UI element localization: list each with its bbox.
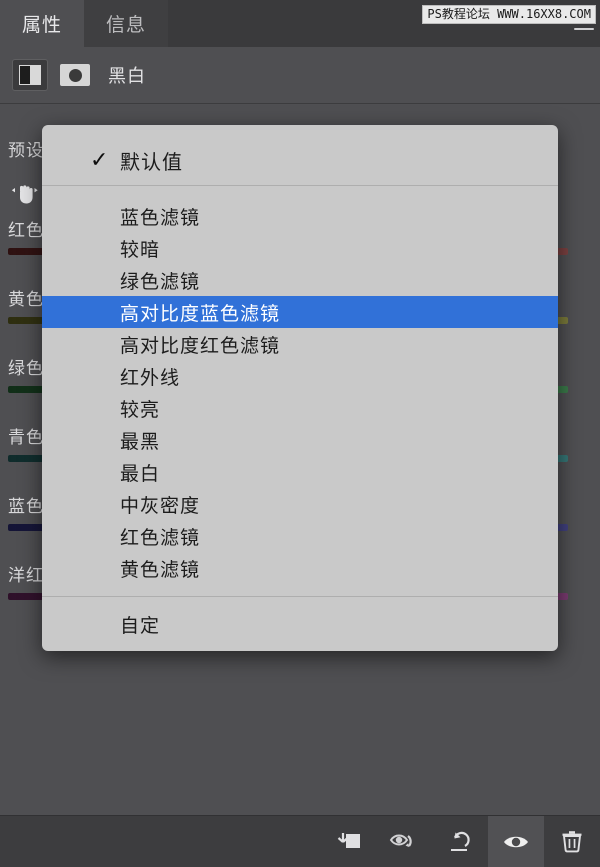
- dropdown-item-label: 中灰密度: [120, 495, 201, 517]
- dropdown-item-darker[interactable]: 较暗: [42, 232, 558, 264]
- dropdown-item-label: 默认值: [120, 151, 183, 174]
- photoshop-properties-panel: 属性 信息 PS教程论坛 WWW.16XX8.COM 黑白 预设 红色 黄色 绿…: [0, 0, 600, 867]
- channel-label: 黄色: [8, 290, 44, 309]
- dropdown-item-yellow-filter[interactable]: 黄色滤镜: [42, 552, 558, 584]
- channel-label: 洋红: [8, 566, 44, 585]
- dropdown-item-high-contrast-red-filter[interactable]: 高对比度红色滤镜: [42, 328, 558, 360]
- dropdown-item-custom[interactable]: 自定: [42, 597, 558, 651]
- watermark: PS教程论坛 WWW.16XX8.COM: [422, 5, 596, 24]
- channel-label: 红色: [8, 221, 44, 240]
- dropdown-item-label: 最黑: [120, 431, 161, 453]
- check-icon: ✓: [90, 147, 110, 172]
- reset-icon[interactable]: [432, 816, 488, 867]
- scrubby-hand-icon[interactable]: [10, 179, 40, 209]
- clip-to-layer-icon[interactable]: [320, 816, 376, 867]
- tab-info-label: 信息: [106, 15, 147, 36]
- preset-dropdown-menu[interactable]: ✓ 默认值 蓝色滤镜 较暗 绿色滤镜 高对比度蓝色滤镜 高对比度红色滤镜 红外线…: [42, 125, 558, 651]
- visibility-eye-icon[interactable]: [488, 816, 544, 867]
- dropdown-item-default[interactable]: ✓ 默认值: [42, 135, 558, 185]
- dropdown-item-neutral-density[interactable]: 中灰密度: [42, 488, 558, 520]
- dropdown-item-label: 自定: [120, 615, 161, 637]
- delete-trash-icon[interactable]: [544, 816, 600, 867]
- adjustment-title: 黑白: [108, 66, 146, 86]
- tab-info[interactable]: 信息: [84, 0, 169, 47]
- dropdown-item-red-filter[interactable]: 红色滤镜: [42, 520, 558, 552]
- dropdown-item-lighter[interactable]: 较亮: [42, 392, 558, 424]
- dropdown-item-green-filter[interactable]: 绿色滤镜: [42, 264, 558, 296]
- dropdown-item-label: 较亮: [120, 399, 161, 421]
- channel-label: 绿色: [8, 359, 44, 378]
- panel-bottom-toolbar: [0, 815, 600, 867]
- dropdown-item-label: 高对比度蓝色滤镜: [120, 303, 281, 325]
- channel-label: 青色: [8, 428, 44, 447]
- adjustment-header-row: 黑白: [0, 47, 600, 104]
- dropdown-item-label: 红外线: [120, 367, 181, 389]
- dropdown-item-label: 高对比度红色滤镜: [120, 335, 281, 357]
- dropdown-item-label: 较暗: [120, 239, 161, 261]
- dropdown-item-label: 黄色滤镜: [120, 559, 201, 581]
- dropdown-item-high-contrast-blue-filter[interactable]: 高对比度蓝色滤镜: [42, 296, 558, 328]
- channel-label: 蓝色: [8, 497, 44, 516]
- tab-properties[interactable]: 属性: [0, 0, 85, 47]
- dropdown-item-infrared[interactable]: 红外线: [42, 360, 558, 392]
- black-and-white-adjustment-icon[interactable]: [12, 59, 48, 91]
- tab-properties-label: 属性: [22, 15, 63, 36]
- dropdown-item-blue-filter[interactable]: 蓝色滤镜: [42, 200, 558, 232]
- dropdown-item-label: 红色滤镜: [120, 527, 201, 549]
- dropdown-item-maximum-black[interactable]: 最黑: [42, 424, 558, 456]
- layer-mask-thumbnail-icon[interactable]: [60, 64, 90, 86]
- preset-label: 预设: [8, 141, 44, 160]
- toggle-adjustment-view-icon[interactable]: [376, 816, 432, 867]
- dropdown-item-label: 蓝色滤镜: [120, 207, 201, 229]
- dropdown-item-maximum-white[interactable]: 最白: [42, 456, 558, 488]
- dropdown-item-label: 绿色滤镜: [120, 271, 201, 293]
- dropdown-item-label: 最白: [120, 463, 161, 485]
